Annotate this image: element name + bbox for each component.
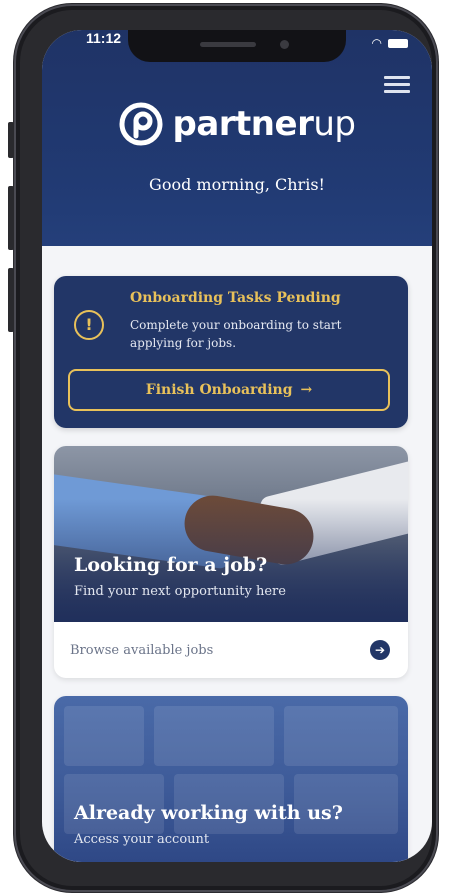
status-icons: ◠ <box>372 36 408 50</box>
job-search-card[interactable]: Looking for a job? Find your next opport… <box>54 446 408 678</box>
volume-up-button <box>8 186 14 250</box>
arrow-right-icon: → <box>300 382 313 398</box>
arrow-circle-icon[interactable]: ➔ <box>370 640 390 660</box>
partnerup-logo-icon <box>119 102 162 146</box>
wifi-icon: ◠ <box>371 36 382 50</box>
status-time: 11:12 <box>86 30 122 46</box>
partnerup-logo: partnerup <box>42 102 432 146</box>
logo-wordmark: partnerup <box>172 104 356 144</box>
battery-icon <box>388 38 408 48</box>
header: 11:12 ◠ partnerup Good morning, Chris! <box>42 30 432 246</box>
handshake-image: Looking for a job? Find your next opport… <box>54 446 408 622</box>
onboarding-title: Onboarding Tasks Pending <box>130 290 341 306</box>
finish-onboarding-button[interactable]: Finish Onboarding → <box>68 369 390 411</box>
app-screen: 11:12 ◠ partnerup Good morning, Chris! !… <box>42 30 432 862</box>
onboarding-card: ! Onboarding Tasks Pending Complete your… <box>54 276 408 428</box>
side-button <box>8 122 14 158</box>
greeting-text: Good morning, Chris! <box>149 175 325 194</box>
job-card-title: Looking for a job? <box>74 554 268 576</box>
finish-onboarding-label: Finish Onboarding <box>145 382 293 398</box>
account-card[interactable]: Already working with us? Access your acc… <box>54 696 408 862</box>
browse-jobs-link[interactable]: Browse available jobs ➔ <box>54 622 408 678</box>
job-card-subtitle: Find your next opportunity here <box>74 584 286 599</box>
menu-icon[interactable] <box>384 76 410 94</box>
account-card-subtitle: Access your account <box>74 832 210 847</box>
notch <box>128 30 346 62</box>
browse-jobs-label: Browse available jobs <box>70 642 214 658</box>
account-card-title: Already working with us? <box>74 802 343 824</box>
warning-icon: ! <box>74 310 104 340</box>
volume-down-button <box>8 268 14 332</box>
onboarding-text: Complete your onboarding to start applyi… <box>130 318 342 350</box>
people-collage-image: Already working with us? Access your acc… <box>54 696 408 862</box>
